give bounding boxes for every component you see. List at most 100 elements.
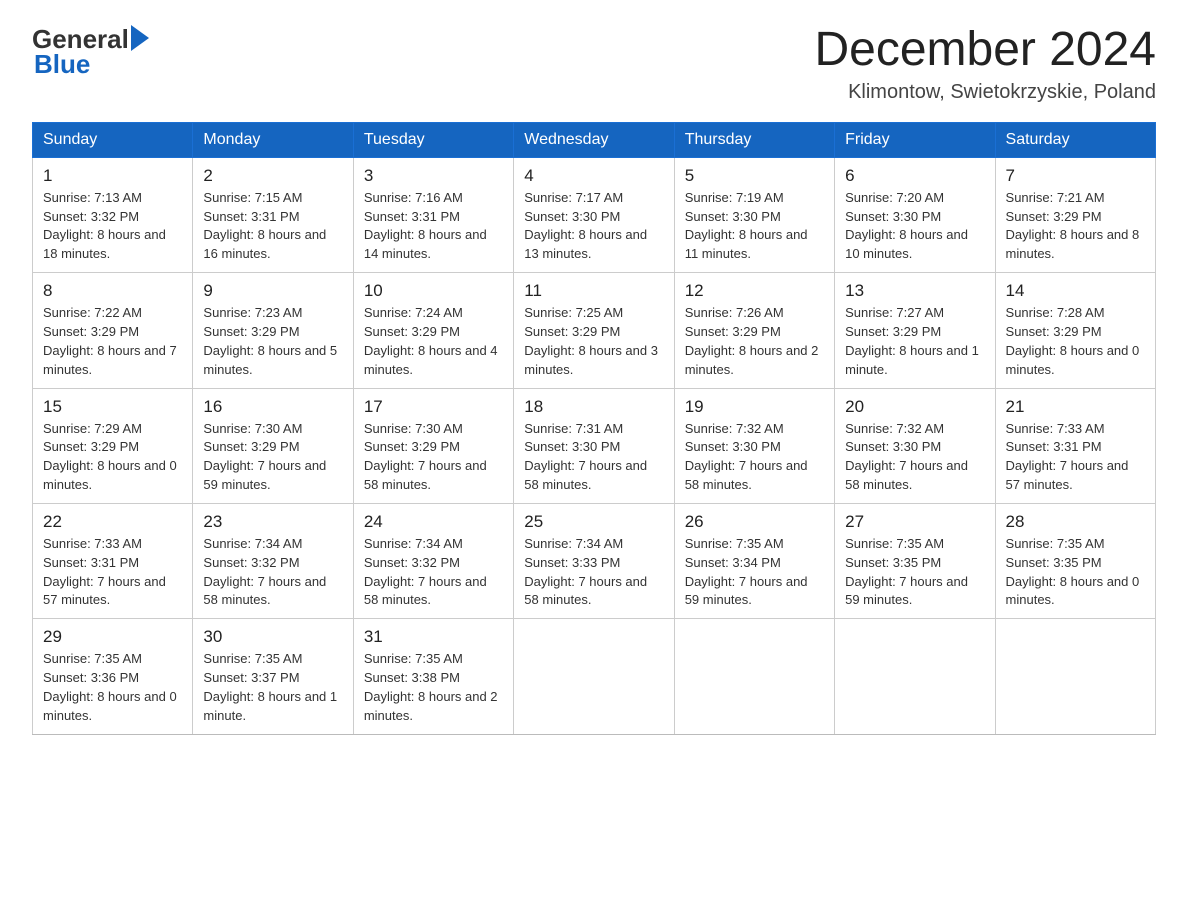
table-row: 21 Sunrise: 7:33 AMSunset: 3:31 PMDaylig… xyxy=(995,388,1155,503)
day-number: 23 xyxy=(203,512,342,532)
col-saturday: Saturday xyxy=(995,122,1155,157)
table-row: 14 Sunrise: 7:28 AMSunset: 3:29 PMDaylig… xyxy=(995,273,1155,388)
table-row: 7 Sunrise: 7:21 AMSunset: 3:29 PMDayligh… xyxy=(995,157,1155,272)
day-info: Sunrise: 7:32 AMSunset: 3:30 PMDaylight:… xyxy=(845,420,984,495)
day-number: 6 xyxy=(845,166,984,186)
table-row xyxy=(835,619,995,734)
table-row: 25 Sunrise: 7:34 AMSunset: 3:33 PMDaylig… xyxy=(514,503,674,618)
table-row: 11 Sunrise: 7:25 AMSunset: 3:29 PMDaylig… xyxy=(514,273,674,388)
logo-blue-text: Blue xyxy=(34,49,90,80)
day-number: 2 xyxy=(203,166,342,186)
day-number: 11 xyxy=(524,281,663,301)
day-number: 19 xyxy=(685,397,824,417)
day-info: Sunrise: 7:31 AMSunset: 3:30 PMDaylight:… xyxy=(524,420,663,495)
day-number: 31 xyxy=(364,627,503,647)
day-number: 16 xyxy=(203,397,342,417)
day-info: Sunrise: 7:35 AMSunset: 3:36 PMDaylight:… xyxy=(43,650,182,725)
table-row: 30 Sunrise: 7:35 AMSunset: 3:37 PMDaylig… xyxy=(193,619,353,734)
table-row xyxy=(995,619,1155,734)
day-info: Sunrise: 7:15 AMSunset: 3:31 PMDaylight:… xyxy=(203,189,342,264)
day-info: Sunrise: 7:32 AMSunset: 3:30 PMDaylight:… xyxy=(685,420,824,495)
table-row xyxy=(514,619,674,734)
day-info: Sunrise: 7:27 AMSunset: 3:29 PMDaylight:… xyxy=(845,304,984,379)
day-info: Sunrise: 7:30 AMSunset: 3:29 PMDaylight:… xyxy=(203,420,342,495)
day-info: Sunrise: 7:33 AMSunset: 3:31 PMDaylight:… xyxy=(43,535,182,610)
calendar-title-block: December 2024 Klimontow, Swietokrzyskie,… xyxy=(814,24,1156,104)
day-info: Sunrise: 7:34 AMSunset: 3:33 PMDaylight:… xyxy=(524,535,663,610)
day-info: Sunrise: 7:35 AMSunset: 3:37 PMDaylight:… xyxy=(203,650,342,725)
calendar-week-row: 8 Sunrise: 7:22 AMSunset: 3:29 PMDayligh… xyxy=(33,273,1156,388)
table-row: 5 Sunrise: 7:19 AMSunset: 3:30 PMDayligh… xyxy=(674,157,834,272)
col-sunday: Sunday xyxy=(33,122,193,157)
day-info: Sunrise: 7:35 AMSunset: 3:35 PMDaylight:… xyxy=(1006,535,1145,610)
day-info: Sunrise: 7:20 AMSunset: 3:30 PMDaylight:… xyxy=(845,189,984,264)
day-number: 21 xyxy=(1006,397,1145,417)
day-number: 24 xyxy=(364,512,503,532)
day-number: 13 xyxy=(845,281,984,301)
day-info: Sunrise: 7:34 AMSunset: 3:32 PMDaylight:… xyxy=(203,535,342,610)
calendar-location: Klimontow, Swietokrzyskie, Poland xyxy=(814,81,1156,104)
table-row: 31 Sunrise: 7:35 AMSunset: 3:38 PMDaylig… xyxy=(353,619,513,734)
table-row: 8 Sunrise: 7:22 AMSunset: 3:29 PMDayligh… xyxy=(33,273,193,388)
day-info: Sunrise: 7:28 AMSunset: 3:29 PMDaylight:… xyxy=(1006,304,1145,379)
table-row: 28 Sunrise: 7:35 AMSunset: 3:35 PMDaylig… xyxy=(995,503,1155,618)
calendar-month-title: December 2024 xyxy=(814,24,1156,77)
day-number: 12 xyxy=(685,281,824,301)
day-number: 26 xyxy=(685,512,824,532)
day-info: Sunrise: 7:26 AMSunset: 3:29 PMDaylight:… xyxy=(685,304,824,379)
table-row: 15 Sunrise: 7:29 AMSunset: 3:29 PMDaylig… xyxy=(33,388,193,503)
day-info: Sunrise: 7:19 AMSunset: 3:30 PMDaylight:… xyxy=(685,189,824,264)
day-number: 22 xyxy=(43,512,182,532)
day-info: Sunrise: 7:33 AMSunset: 3:31 PMDaylight:… xyxy=(1006,420,1145,495)
logo: General Blue xyxy=(32,24,149,80)
day-number: 14 xyxy=(1006,281,1145,301)
day-number: 7 xyxy=(1006,166,1145,186)
table-row: 16 Sunrise: 7:30 AMSunset: 3:29 PMDaylig… xyxy=(193,388,353,503)
page-header: General Blue December 2024 Klimontow, Sw… xyxy=(32,24,1156,104)
table-row: 26 Sunrise: 7:35 AMSunset: 3:34 PMDaylig… xyxy=(674,503,834,618)
day-info: Sunrise: 7:13 AMSunset: 3:32 PMDaylight:… xyxy=(43,189,182,264)
table-row: 19 Sunrise: 7:32 AMSunset: 3:30 PMDaylig… xyxy=(674,388,834,503)
day-info: Sunrise: 7:25 AMSunset: 3:29 PMDaylight:… xyxy=(524,304,663,379)
table-row: 24 Sunrise: 7:34 AMSunset: 3:32 PMDaylig… xyxy=(353,503,513,618)
col-monday: Monday xyxy=(193,122,353,157)
calendar-week-row: 29 Sunrise: 7:35 AMSunset: 3:36 PMDaylig… xyxy=(33,619,1156,734)
day-number: 15 xyxy=(43,397,182,417)
col-wednesday: Wednesday xyxy=(514,122,674,157)
calendar-week-row: 15 Sunrise: 7:29 AMSunset: 3:29 PMDaylig… xyxy=(33,388,1156,503)
table-row: 13 Sunrise: 7:27 AMSunset: 3:29 PMDaylig… xyxy=(835,273,995,388)
day-info: Sunrise: 7:23 AMSunset: 3:29 PMDaylight:… xyxy=(203,304,342,379)
day-info: Sunrise: 7:16 AMSunset: 3:31 PMDaylight:… xyxy=(364,189,503,264)
day-info: Sunrise: 7:35 AMSunset: 3:38 PMDaylight:… xyxy=(364,650,503,725)
day-info: Sunrise: 7:29 AMSunset: 3:29 PMDaylight:… xyxy=(43,420,182,495)
table-row: 17 Sunrise: 7:30 AMSunset: 3:29 PMDaylig… xyxy=(353,388,513,503)
table-row: 27 Sunrise: 7:35 AMSunset: 3:35 PMDaylig… xyxy=(835,503,995,618)
col-thursday: Thursday xyxy=(674,122,834,157)
table-row: 23 Sunrise: 7:34 AMSunset: 3:32 PMDaylig… xyxy=(193,503,353,618)
table-row: 12 Sunrise: 7:26 AMSunset: 3:29 PMDaylig… xyxy=(674,273,834,388)
day-number: 4 xyxy=(524,166,663,186)
day-number: 1 xyxy=(43,166,182,186)
day-number: 29 xyxy=(43,627,182,647)
table-row: 2 Sunrise: 7:15 AMSunset: 3:31 PMDayligh… xyxy=(193,157,353,272)
day-info: Sunrise: 7:21 AMSunset: 3:29 PMDaylight:… xyxy=(1006,189,1145,264)
calendar-week-row: 22 Sunrise: 7:33 AMSunset: 3:31 PMDaylig… xyxy=(33,503,1156,618)
table-row: 22 Sunrise: 7:33 AMSunset: 3:31 PMDaylig… xyxy=(33,503,193,618)
day-info: Sunrise: 7:35 AMSunset: 3:35 PMDaylight:… xyxy=(845,535,984,610)
day-number: 18 xyxy=(524,397,663,417)
day-number: 10 xyxy=(364,281,503,301)
table-row: 29 Sunrise: 7:35 AMSunset: 3:36 PMDaylig… xyxy=(33,619,193,734)
calendar-header-row: Sunday Monday Tuesday Wednesday Thursday… xyxy=(33,122,1156,157)
day-info: Sunrise: 7:35 AMSunset: 3:34 PMDaylight:… xyxy=(685,535,824,610)
table-row: 6 Sunrise: 7:20 AMSunset: 3:30 PMDayligh… xyxy=(835,157,995,272)
calendar-week-row: 1 Sunrise: 7:13 AMSunset: 3:32 PMDayligh… xyxy=(33,157,1156,272)
table-row: 1 Sunrise: 7:13 AMSunset: 3:32 PMDayligh… xyxy=(33,157,193,272)
table-row: 20 Sunrise: 7:32 AMSunset: 3:30 PMDaylig… xyxy=(835,388,995,503)
day-info: Sunrise: 7:22 AMSunset: 3:29 PMDaylight:… xyxy=(43,304,182,379)
logo-arrow-icon xyxy=(131,25,149,51)
table-row: 9 Sunrise: 7:23 AMSunset: 3:29 PMDayligh… xyxy=(193,273,353,388)
table-row: 10 Sunrise: 7:24 AMSunset: 3:29 PMDaylig… xyxy=(353,273,513,388)
calendar-table: Sunday Monday Tuesday Wednesday Thursday… xyxy=(32,122,1156,735)
day-number: 30 xyxy=(203,627,342,647)
day-number: 25 xyxy=(524,512,663,532)
